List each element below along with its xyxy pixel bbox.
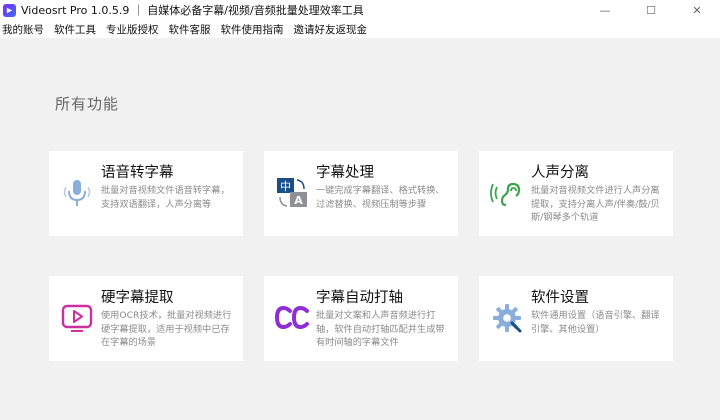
card-description: 使用OCR技术，批量对视频进行硬字幕提取，适用于视频中已存在字幕的场景 bbox=[101, 310, 232, 348]
card-hard-subtitle-extraction[interactable]: 硬字幕提取 使用OCR技术，批量对视频进行硬字幕提取，适用于视频中已存在字幕的场… bbox=[49, 276, 243, 361]
card-title: 硬字幕提取 bbox=[101, 290, 174, 306]
card-description: 批量对音视频文件进行人声分离提取，支持分离人声/伴奏/鼓/贝斯/钢琴多个轨道 bbox=[531, 185, 660, 223]
translate-en-glyph: A bbox=[294, 194, 303, 207]
menu-pro-license[interactable]: 专业版授权 bbox=[103, 22, 162, 37]
menu-user-guide[interactable]: 软件使用指南 bbox=[218, 22, 287, 37]
card-description: 一键完成字幕翻译、格式转换、过滤替换、视频压制等步骤 bbox=[316, 185, 445, 210]
card-title: 字幕处理 bbox=[316, 165, 374, 181]
card-title: 语音转字幕 bbox=[101, 165, 174, 181]
menu-invite-friends[interactable]: 邀请好友返现金 bbox=[291, 22, 371, 37]
window-title: Videosrt Pro 1.0.5.9 ｜ 自媒体必备字幕/视频/音频批量处理… bbox=[21, 4, 364, 17]
close-button[interactable]: ✕ bbox=[674, 0, 720, 20]
card-vocal-separation[interactable]: 人声分离 批量对音视频文件进行人声分离提取，支持分离人声/伴奏/鼓/贝斯/钢琴多… bbox=[479, 151, 673, 236]
card-description: 软件通用设置（语音引擎、翻译引擎、其他设置） bbox=[531, 310, 660, 335]
card-software-settings[interactable]: 软件设置 软件通用设置（语音引擎、翻译引擎、其他设置） bbox=[479, 276, 673, 361]
cc-icon bbox=[274, 300, 310, 336]
gear-icon bbox=[489, 300, 525, 336]
card-speech-to-subtitle[interactable]: 语音转字幕 批量对音视频文件语音转字幕，支持双语翻译，人声分离等 bbox=[49, 151, 243, 236]
card-title: 字幕自动打轴 bbox=[316, 290, 403, 306]
title-bar: Videosrt Pro 1.0.5.9 ｜ 自媒体必备字幕/视频/音频批量处理… bbox=[0, 0, 720, 20]
menu-customer-service[interactable]: 软件客服 bbox=[166, 22, 214, 37]
section-title: 所有功能 bbox=[55, 95, 120, 113]
translate-zh-glyph: 中 bbox=[280, 180, 291, 193]
card-description: 批量对文案和人声音频进行打轴，软件自动打轴匹配并生成带有时间轴的字幕文件 bbox=[316, 310, 445, 348]
translate-icon: 中 A bbox=[274, 175, 310, 211]
card-subtitle-processing[interactable]: 中 A 字幕处理 一键完成字幕翻译、格式转换、过滤替换、视频压制等步骤 bbox=[264, 151, 458, 236]
microphone-icon bbox=[59, 175, 95, 211]
card-title: 人声分离 bbox=[531, 165, 589, 181]
card-auto-subtitle-timing[interactable]: 字幕自动打轴 批量对文案和人声音频进行打轴，软件自动打轴匹配并生成带有时间轴的字… bbox=[264, 276, 458, 361]
video-play-icon bbox=[59, 300, 95, 336]
menu-software-tools[interactable]: 软件工具 bbox=[51, 22, 99, 37]
card-description: 批量对音视频文件语音转字幕，支持双语翻译，人声分离等 bbox=[101, 185, 230, 210]
maximize-button[interactable]: ☐ bbox=[628, 0, 674, 20]
menu-bar: 我的账号 软件工具 专业版授权 软件客服 软件使用指南 邀请好友返现金 bbox=[0, 20, 720, 38]
minimize-button[interactable]: — bbox=[582, 0, 628, 20]
menu-my-account[interactable]: 我的账号 bbox=[0, 22, 47, 37]
card-title: 软件设置 bbox=[531, 290, 589, 306]
ear-sound-icon bbox=[489, 175, 525, 211]
app-logo-icon bbox=[3, 3, 16, 17]
